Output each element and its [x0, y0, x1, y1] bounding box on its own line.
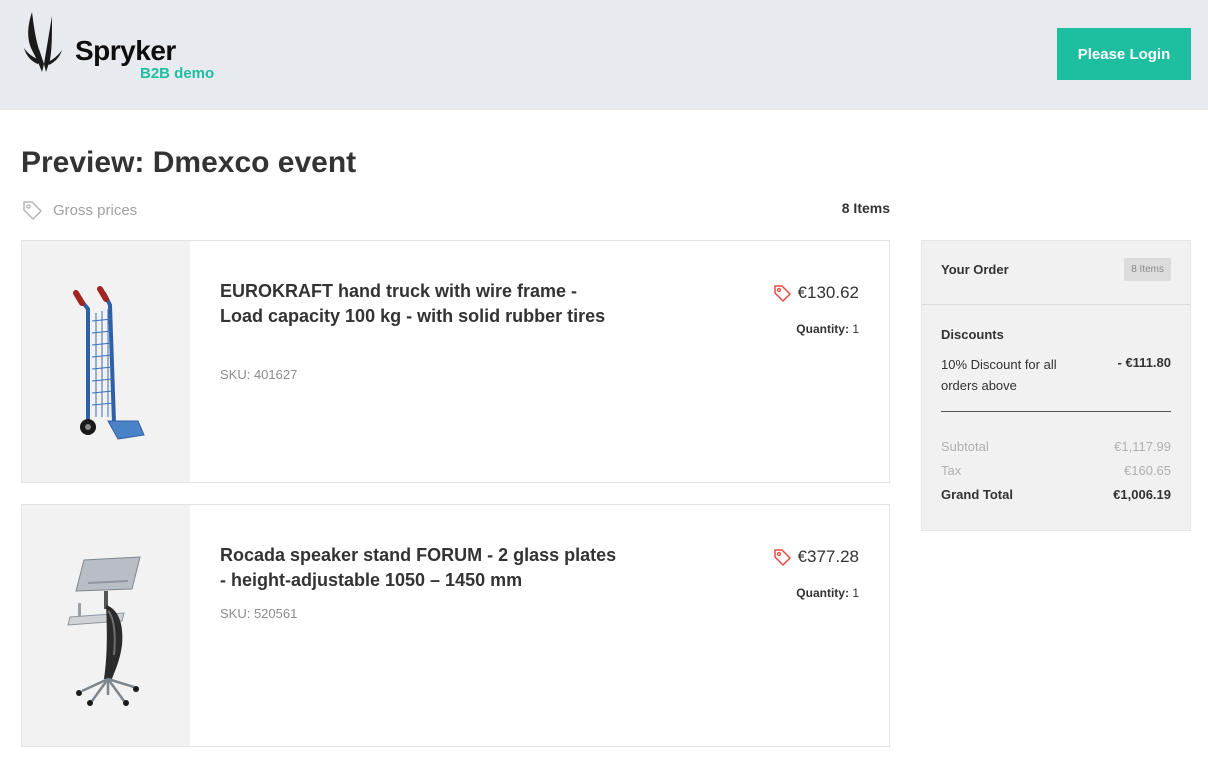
please-login-button[interactable]: Please Login	[1057, 28, 1191, 80]
product-price: €130.62	[772, 283, 859, 303]
discounts-title: Discounts	[941, 327, 1004, 342]
product-name[interactable]: Rocada speaker stand FORUM - 2 glass pla…	[220, 543, 620, 593]
order-summary-header: Your Order 8 Items	[922, 241, 1190, 305]
tax-value: €160.65	[1124, 463, 1171, 478]
price-tag-icon	[23, 201, 42, 220]
product-name[interactable]: EUROKRAFT hand truck with wire frame - L…	[220, 279, 620, 329]
product-quantity: Quantity: 1	[796, 586, 859, 600]
order-summary-title: Your Order	[941, 262, 1009, 277]
price-tag-icon	[773, 549, 791, 566]
antelope-logo-icon	[24, 12, 62, 72]
price-tag-icon	[773, 285, 791, 302]
hand-truck-image	[73, 286, 145, 440]
quantity-label: Quantity:	[796, 586, 849, 600]
cart-item: EUROKRAFT hand truck with wire frame - L…	[21, 240, 890, 483]
price-value: €130.62	[797, 283, 859, 302]
tax-row: Tax €160.65	[941, 463, 1171, 478]
items-count: 8 Items	[841, 200, 890, 216]
site-header: Spryker B2B demo Please Login	[0, 0, 1208, 110]
quantity-value: 1	[852, 586, 859, 600]
logo-subtitle: B2B demo	[140, 65, 215, 82]
subtotal-label: Subtotal	[941, 439, 989, 454]
price-value: €377.28	[797, 547, 859, 566]
quantity-value: 1	[852, 322, 859, 336]
quantity-label: Quantity:	[796, 322, 849, 336]
grand-total-label: Grand Total	[941, 487, 1013, 502]
page-title: Preview: Dmexco event	[21, 146, 357, 179]
price-mode-label: Gross prices	[53, 201, 138, 219]
product-image-speaker-stand[interactable]	[22, 505, 190, 746]
cart-item: Rocada speaker stand FORUM - 2 glass pla…	[21, 504, 890, 747]
discount-label: 10% Discount for all orders above	[941, 357, 1057, 393]
logo-wordmark: Spryker	[75, 35, 176, 66]
product-price: €377.28	[772, 547, 859, 567]
speaker-stand-image	[67, 556, 141, 706]
grand-total-value: €1,006.19	[1113, 487, 1171, 502]
subtotal-row: Subtotal €1,117.99	[941, 439, 1171, 454]
price-mode: Gross prices	[21, 199, 137, 221]
tax-label: Tax	[941, 463, 962, 478]
product-quantity: Quantity: 1	[796, 322, 859, 336]
items-count-badge: 8 Items	[1124, 258, 1171, 281]
product-image-hand-truck[interactable]	[22, 241, 190, 482]
subtotal-value: €1,117.99	[1114, 439, 1171, 454]
product-sku: SKU: 401627	[220, 367, 298, 382]
order-summary: Your Order 8 Items Discounts 10% Discoun…	[921, 240, 1191, 531]
summary-divider	[941, 411, 1171, 412]
product-sku: SKU: 520561	[220, 606, 298, 621]
grand-total-row: Grand Total €1,006.19	[941, 487, 1171, 502]
discount-amount: - €111.80	[1117, 355, 1172, 370]
spryker-logo[interactable]: Spryker B2B demo	[18, 10, 218, 85]
